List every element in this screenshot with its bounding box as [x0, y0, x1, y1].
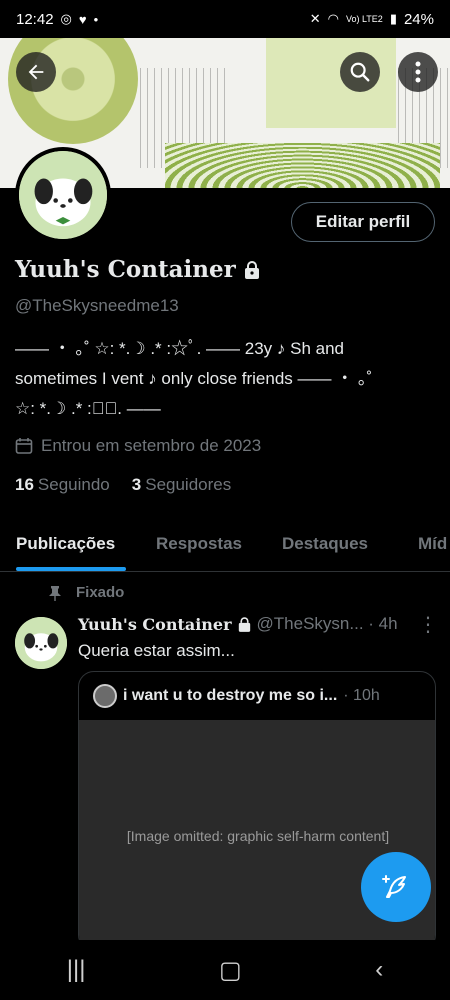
notification-dot-icon: •	[93, 11, 99, 27]
system-navigation-bar: ||| ▢ ‹	[0, 940, 450, 1000]
search-button[interactable]	[340, 52, 380, 92]
tab-destaques[interactable]: Destaques	[282, 534, 368, 554]
compose-post-button[interactable]	[361, 852, 431, 922]
post-more-icon[interactable]: ⋮	[418, 612, 438, 637]
lock-icon	[244, 260, 259, 279]
active-tab-indicator	[16, 567, 126, 571]
following-label: Seguindo	[37, 475, 110, 494]
edit-profile-button[interactable]: Editar perfil	[291, 202, 435, 242]
arrow-left-icon	[28, 64, 44, 80]
back-button[interactable]	[16, 52, 56, 92]
joined-date: Entrou em setembro de 2023	[15, 436, 261, 456]
following-count: 16	[15, 475, 34, 494]
status-bar: 12:42 ◎ ♥ • ✕ ◠ Vo) LTE2 ▮ 24%	[0, 0, 450, 38]
clock: 12:42	[16, 10, 54, 28]
compose-feather-icon	[382, 875, 406, 898]
wifi-icon: ◠	[327, 11, 339, 26]
quoted-author-avatar	[93, 684, 117, 708]
profile-display-name: Yuuh's Container	[15, 256, 260, 283]
search-icon	[350, 62, 370, 82]
followers-count: 3	[131, 475, 142, 494]
display-name-text: Yuuh's Container	[15, 256, 236, 283]
quoted-post-header: i want u to destroy me so i... · 10h	[93, 684, 380, 708]
media-placeholder-note: [Image omitted: graphic self-harm conten…	[126, 828, 390, 844]
post-text: Queria estar assim...	[78, 641, 235, 660]
profile-handle: @TheSkysneedme13	[15, 296, 179, 315]
post-header: Yuuh's Container @TheSkysn... · 4h	[78, 614, 438, 634]
calendar-icon	[15, 438, 33, 454]
more-options-button[interactable]	[398, 52, 438, 92]
quoted-post-author: i want u to destroy me so i...	[123, 687, 338, 704]
pin-icon	[49, 585, 61, 601]
mute-icon: ✕	[309, 11, 321, 26]
post-author-avatar[interactable]	[15, 617, 67, 669]
battery-level: 24%	[403, 10, 434, 28]
tab-respostas[interactable]: Respostas	[156, 534, 242, 554]
post-handle-time: @TheSkysn... · 4h	[256, 614, 398, 633]
lock-icon	[238, 616, 250, 632]
post-author-name[interactable]: Yuuh's Container	[78, 615, 232, 634]
pochacco-avatar-icon	[15, 617, 67, 669]
profile-tabs: Publicações Respostas Destaques Míd	[0, 520, 450, 572]
pochacco-avatar-icon	[19, 151, 107, 239]
bio-line: ☆: *.☽ .* :☆ﾟ. ——	[15, 399, 161, 418]
network-label: Vo) LTE2	[345, 14, 383, 24]
bio-line: sometimes I vent ♪ only close friends ——…	[15, 369, 373, 388]
pinned-text: Fixado	[76, 584, 125, 601]
followers-label: Seguidores	[145, 475, 232, 494]
tab-publicacoes[interactable]: Publicações	[16, 534, 115, 554]
signal-icon: ▮	[389, 11, 397, 26]
back-nav-icon[interactable]: ‹	[375, 956, 383, 984]
joined-text: Entrou em setembro de 2023	[41, 436, 262, 455]
more-vertical-icon	[415, 61, 421, 83]
quoted-post-time: · 10h	[343, 687, 380, 704]
banner-spiral-graphic	[165, 143, 440, 188]
home-icon[interactable]: ▢	[219, 956, 242, 985]
followers-link[interactable]: 3 Seguidores	[132, 475, 231, 495]
profile-avatar[interactable]	[15, 147, 111, 243]
instagram-icon: ◎	[60, 11, 72, 26]
heart-icon: ♥	[78, 11, 87, 27]
profile-bio: —— ・ ｡˚ ☆: *.☽ .* :☆ﾟ. —— 23y ♪ Sh and s…	[15, 334, 440, 424]
recent-apps-icon[interactable]: |||	[67, 956, 86, 984]
following-link[interactable]: 16 Seguindo	[15, 475, 110, 495]
tab-midia[interactable]: Míd	[418, 534, 447, 554]
bio-line: —— ・ ｡˚ ☆: *.☽ .* :☆ﾟ. —— 23y ♪ Sh and	[15, 339, 345, 358]
follow-stats: 16 Seguindo 3 Seguidores	[15, 475, 231, 495]
pinned-label: Fixado	[48, 584, 124, 601]
